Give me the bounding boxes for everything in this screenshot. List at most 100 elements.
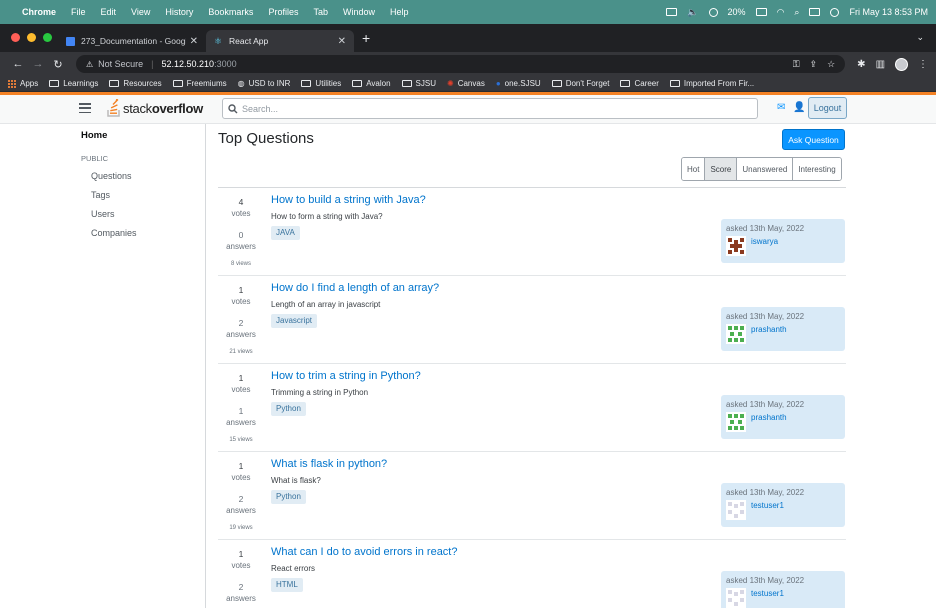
new-tab-button[interactable]: + (362, 30, 370, 46)
sidebar-panel-icon[interactable]: ▥ (876, 59, 885, 70)
filter-hot[interactable]: Hot (682, 158, 706, 180)
bookmark-apps[interactable]: Apps (8, 79, 38, 88)
user-name-link[interactable]: iswarya (751, 237, 778, 246)
more-menu-icon[interactable]: ⋮ (918, 59, 928, 70)
bookmark-label: Apps (20, 79, 39, 88)
question-title-link[interactable]: How do I find a length of an array? (271, 282, 439, 294)
asked-date: asked 13th May, 2022 (726, 400, 805, 409)
user-name-link[interactable]: testuser1 (751, 501, 784, 510)
security-status[interactable]: Not Secure (98, 59, 143, 69)
site-logo[interactable]: stackoverflow (107, 99, 203, 117)
answers-label: answers (226, 594, 256, 603)
filter-interesting[interactable]: Interesting (793, 158, 841, 180)
answer-count: 1 (238, 406, 244, 416)
user-name-link[interactable]: prashanth (751, 413, 787, 422)
play-icon[interactable] (708, 7, 718, 17)
tab-react-app[interactable]: ⚛ React App ✕ (206, 30, 354, 52)
question-tag[interactable]: JAVA (271, 226, 300, 240)
question-title-link[interactable]: What is flask in python? (271, 458, 387, 470)
bookmark-avalon[interactable]: Avalon (352, 79, 391, 88)
clock[interactable]: Fri May 13 8:53 PM (849, 7, 928, 17)
control-center-icon[interactable] (809, 8, 821, 16)
menu-bookmarks[interactable]: Bookmarks (208, 7, 253, 17)
minimize-window-button[interactable] (27, 33, 36, 42)
warning-icon[interactable]: ⚠ (86, 60, 93, 69)
close-tab-icon[interactable]: ✕ (190, 36, 198, 47)
question-tag[interactable]: Javascript (271, 314, 318, 328)
menu-window[interactable]: Window (343, 7, 375, 17)
tab-search-chevron-icon[interactable]: ⌄ (916, 32, 924, 43)
forward-arrow-icon[interactable]: → (28, 58, 48, 70)
bookmark-learnings[interactable]: Learnings (49, 79, 98, 88)
battery-icon[interactable] (755, 8, 767, 16)
menu-app-chrome[interactable]: Chrome (22, 7, 56, 17)
user-avatar[interactable] (726, 500, 746, 520)
user-avatar[interactable] (726, 236, 746, 256)
menu-help[interactable]: Help (390, 7, 409, 17)
bookmark-utilities[interactable]: Utilities (301, 79, 341, 88)
folder-icon (669, 80, 680, 87)
logout-button[interactable]: Logout (808, 97, 847, 119)
question-title-link[interactable]: How to trim a string in Python? (271, 370, 421, 382)
question-excerpt: Trimming a string in Python (271, 388, 369, 397)
search-box[interactable] (222, 98, 758, 119)
mail-icon[interactable]: ✉ (777, 102, 785, 113)
filter-unanswered[interactable]: Unanswered (737, 158, 794, 180)
sidebar-item-users[interactable]: Users (91, 209, 115, 219)
menu-profiles[interactable]: Profiles (268, 7, 298, 17)
bookmark-freemiums[interactable]: Freemiums (172, 79, 227, 88)
user-avatar[interactable] (726, 324, 746, 344)
user-icon[interactable]: 👤 (793, 102, 805, 113)
siri-icon[interactable] (830, 7, 840, 17)
bookmark-label: Career (634, 79, 659, 88)
bookmark-resources[interactable]: Resources (109, 79, 162, 88)
sidebar-item-companies[interactable]: Companies (91, 228, 137, 238)
user-avatar[interactable] (726, 412, 746, 432)
display-icon[interactable] (666, 8, 678, 16)
wifi-icon[interactable]: ◠ (777, 7, 785, 18)
bookmark-career[interactable]: Career (620, 79, 659, 88)
question-title-link[interactable]: What can I do to avoid errors in react? (271, 546, 457, 558)
menu-tab[interactable]: Tab (313, 7, 328, 17)
menu-edit[interactable]: Edit (101, 7, 117, 17)
menu-view[interactable]: View (131, 7, 150, 17)
star-icon[interactable]: ☆ (827, 59, 835, 70)
question-tag[interactable]: Python (271, 490, 306, 504)
sidebar-item-questions[interactable]: Questions (91, 171, 132, 181)
back-arrow-icon[interactable]: ← (8, 58, 28, 70)
menu-history[interactable]: History (165, 7, 193, 17)
question-tag[interactable]: Python (271, 402, 306, 416)
sidebar-item-tags[interactable]: Tags (91, 190, 110, 200)
address-bar[interactable]: ⚠ Not Secure | 52.12.50.210:3000 ⚿ ⇪ ☆ (75, 55, 846, 73)
volume-icon[interactable]: 🔈 (687, 7, 698, 18)
filter-score[interactable]: Score (705, 158, 738, 180)
search-input[interactable] (242, 103, 757, 114)
extensions-icon[interactable]: ✱ (857, 59, 865, 70)
user-avatar[interactable] (726, 588, 746, 608)
user-name-link[interactable]: testuser1 (751, 589, 784, 598)
user-name-link[interactable]: prashanth (751, 325, 787, 334)
hamburger-menu-icon[interactable] (79, 103, 91, 113)
bookmark-canvas[interactable]: ✺ Canvas (447, 79, 485, 88)
bookmark-usd-to-inr[interactable]: ◍ USD to INR (238, 79, 291, 88)
key-icon[interactable]: ⚿ (793, 59, 800, 70)
asked-date: asked 13th May, 2022 (726, 488, 805, 497)
asker-card: asked 13th May, 2022 prashanth (721, 307, 845, 351)
tab-google-docs[interactable]: 273_Documentation - Google D ✕ (58, 30, 206, 52)
bookmark-dont-forget[interactable]: Don't Forget (551, 79, 609, 88)
share-icon[interactable]: ⇪ (810, 59, 818, 70)
sidebar-item-home[interactable]: Home (81, 130, 107, 141)
zoom-window-button[interactable] (43, 33, 52, 42)
close-window-button[interactable] (11, 33, 20, 42)
bookmark-one-sjsu[interactable]: ● one.SJSU (496, 79, 541, 88)
reload-icon[interactable]: ↻ (48, 58, 68, 71)
question-title-link[interactable]: How to build a string with Java? (271, 194, 426, 206)
bookmark-sjsu[interactable]: SJSU (401, 79, 436, 88)
close-tab-icon[interactable]: ✕ (338, 36, 346, 47)
profile-avatar[interactable] (895, 57, 909, 71)
question-tag[interactable]: HTML (271, 578, 303, 592)
ask-question-button[interactable]: Ask Question (782, 129, 845, 150)
search-spotlight-icon[interactable]: ⌕ (794, 7, 799, 18)
menu-file[interactable]: File (71, 7, 86, 17)
bookmark-imported[interactable]: Imported From Fir... (669, 79, 754, 88)
